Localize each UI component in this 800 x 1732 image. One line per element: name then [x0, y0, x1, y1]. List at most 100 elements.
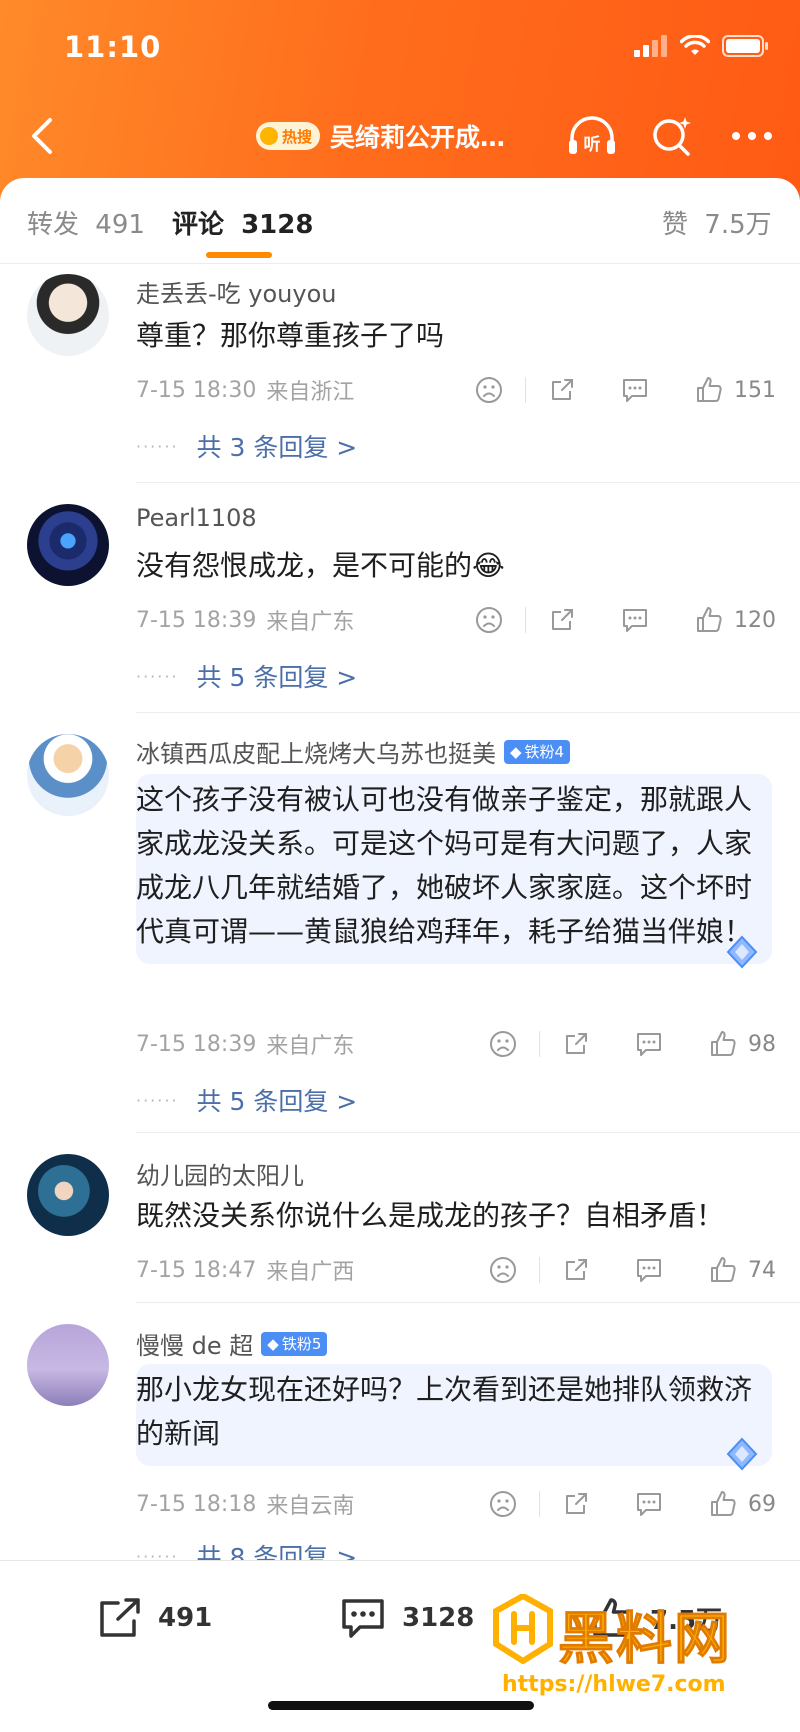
comment-time: 7-15 18:18 [136, 1491, 257, 1517]
header: 11:10 热搜 吴绮莉公开成… 听 [0, 0, 800, 200]
battery-icon [722, 35, 768, 57]
view-replies-link[interactable]: ······ 共 5 条回复 > [136, 1080, 357, 1120]
search-button[interactable] [646, 110, 698, 162]
dislike-button[interactable] [489, 1256, 517, 1284]
comment-divider [136, 1302, 800, 1303]
comment-username[interactable]: 走丢丢-吃 youyou [136, 274, 336, 309]
sad-face-icon [490, 1031, 516, 1057]
share-button[interactable] [562, 1030, 590, 1058]
diamond-icon: ◆ [510, 742, 522, 761]
avatar[interactable] [27, 1324, 109, 1406]
hot-badge-label: 热搜 [282, 127, 313, 146]
like-button[interactable]: 69 [708, 1489, 776, 1519]
divider [539, 1031, 540, 1057]
replies-text: 共 5 条回复 > [196, 663, 358, 692]
dislike-button[interactable] [489, 1030, 517, 1058]
divider [525, 377, 526, 403]
share-icon [566, 1259, 587, 1280]
like-button[interactable]: 151 [694, 375, 776, 405]
replies-dots: ······ [136, 666, 179, 686]
dislike-button[interactable] [475, 376, 503, 404]
sad-face-icon [476, 607, 502, 633]
comment-username[interactable]: 幼儿园的太阳儿 [136, 1156, 304, 1191]
dislike-button[interactable] [489, 1490, 517, 1518]
topic-title: 吴绮莉公开成… [330, 123, 506, 152]
share-button[interactable] [548, 376, 576, 404]
dislike-button[interactable] [475, 606, 503, 634]
tab-repost[interactable]: 转发 491 [27, 204, 145, 241]
comment-count: 3128 [402, 1603, 475, 1633]
comment-username[interactable]: 慢慢 de 超 ◆ 铁粉5 [136, 1326, 328, 1361]
hot-search-badge: 热搜 [256, 122, 321, 150]
like-count: 120 [734, 607, 776, 633]
tab-repost-count: 491 [95, 210, 145, 240]
tab-likes[interactable]: 赞 7.5万 [662, 204, 772, 241]
share-button[interactable] [562, 1256, 590, 1284]
comment-actions: 74 [489, 1250, 776, 1290]
reply-button[interactable] [620, 606, 650, 634]
thumbs-up-icon [697, 607, 722, 632]
watermark-url: https://hlwe7.com [502, 1672, 726, 1697]
replies-dots: ······ [136, 1090, 179, 1110]
comment-actions: 120 [475, 600, 776, 640]
comment-meta: 7-15 18:39 来自广东 120 [136, 600, 776, 640]
avatar[interactable] [27, 504, 109, 586]
share-icon [552, 609, 573, 630]
comment-divider [136, 712, 800, 713]
like-button[interactable]: 74 [708, 1255, 776, 1285]
fan-badge-label: 铁粉4 [524, 743, 565, 761]
view-replies-link[interactable]: ······ 共 3 条回复 > [136, 426, 357, 466]
repost-count: 491 [158, 1603, 213, 1633]
thumbs-up-icon [711, 1257, 736, 1282]
comment-actions: 98 [489, 1024, 776, 1064]
comment-username[interactable]: Pearl1108 [136, 504, 257, 532]
diamond-icon [726, 1437, 758, 1471]
reply-button[interactable] [620, 376, 650, 404]
tab-comments[interactable]: 评论 3128 [172, 204, 313, 241]
repost-button[interactable]: 491 [96, 1595, 212, 1641]
reply-button[interactable] [634, 1256, 664, 1284]
view-replies-link[interactable]: ······ 共 5 条回复 > [136, 656, 357, 696]
active-tab-indicator [206, 252, 272, 258]
username-text: 走丢丢-吃 youyou [136, 280, 337, 308]
topic-title-group[interactable]: 热搜 吴绮莉公开成… [256, 114, 505, 158]
comment-text: 尊重？那你尊重孩子了吗 [136, 319, 445, 352]
username-text: Pearl1108 [136, 504, 257, 532]
avatar[interactable] [27, 1154, 109, 1236]
avatar[interactable] [27, 734, 109, 816]
comment-time: 7-15 18:30 [136, 377, 257, 403]
listen-button[interactable]: 听 [566, 110, 618, 162]
share-button[interactable] [548, 606, 576, 634]
back-button[interactable] [18, 112, 66, 160]
comment-icon [637, 1259, 661, 1282]
comment-actions: 151 [475, 370, 776, 410]
username-text: 幼儿园的太阳儿 [136, 1162, 304, 1190]
diamond-icon [726, 935, 758, 969]
comment-username[interactable]: 冰镇西瓜皮配上烧烤大乌苏也挺美 ◆ 铁粉4 [136, 734, 571, 769]
reply-button[interactable] [634, 1030, 664, 1058]
reply-button[interactable] [634, 1490, 664, 1518]
replies-text: 共 3 条回复 > [196, 433, 358, 462]
thumbs-up-icon [711, 1491, 736, 1516]
username-text: 冰镇西瓜皮配上烧烤大乌苏也挺美 [136, 740, 496, 768]
headphones-icon: 听 [569, 116, 615, 155]
fan-level-badge: ◆ 铁粉4 [504, 739, 571, 764]
like-button[interactable]: 98 [708, 1029, 776, 1059]
hot-icon [260, 127, 278, 145]
comment-icon [623, 379, 647, 402]
comment-location: 来自广西 [266, 1260, 355, 1285]
comment-text: 这个孩子没有被认可也没有做亲子鉴定，那就跟人家成龙没关系。可是这个妈可是有大问题… [136, 783, 753, 948]
divider [525, 607, 526, 633]
comment-meta: 7-15 18:18 来自云南 69 [136, 1484, 776, 1524]
comment-bubble: 这个孩子没有被认可也没有做亲子鉴定，那就跟人家成龙没关系。可是这个妈可是有大问题… [136, 774, 772, 969]
more-icon [732, 132, 772, 140]
comment-button[interactable]: 3128 [338, 1595, 474, 1641]
replies-dots: ······ [136, 436, 179, 456]
like-count: 74 [748, 1257, 776, 1283]
avatar[interactable] [27, 274, 109, 356]
back-icon [32, 118, 52, 154]
like-button[interactable]: 120 [694, 605, 776, 635]
more-button[interactable] [726, 110, 778, 162]
listen-label: 听 [584, 134, 601, 155]
share-button[interactable] [562, 1490, 590, 1518]
